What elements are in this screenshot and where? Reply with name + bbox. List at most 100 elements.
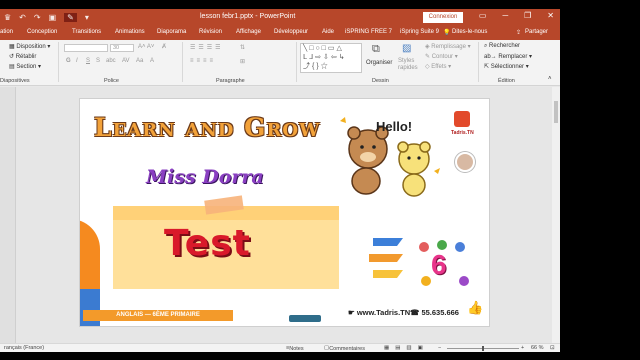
tab-animations[interactable]: Animations xyxy=(115,29,145,35)
font-group-label: Police xyxy=(104,78,119,84)
brush-icon[interactable]: ✎ xyxy=(64,13,77,22)
start-slideshow-icon[interactable]: ▣ xyxy=(49,13,57,22)
zoom-level[interactable]: 66 % xyxy=(531,345,544,351)
case-icon[interactable]: Aa xyxy=(136,58,143,64)
brand-text: Tadris.TN xyxy=(451,130,474,136)
tab-help[interactable]: Aide xyxy=(322,29,334,35)
font-color-icon[interactable]: A xyxy=(150,58,154,64)
grade-number: 6 xyxy=(431,249,447,280)
reset-button[interactable]: ↺ Rétablir xyxy=(9,53,36,60)
comments-button[interactable]: ▢ Commentaires xyxy=(324,345,365,352)
paragraph-group-label: Paragraphe xyxy=(216,78,245,84)
tell-me-search[interactable]: Dites-le-nous xyxy=(452,29,487,35)
bold-icon[interactable]: G xyxy=(66,58,71,64)
slides-group-label: Diapositives xyxy=(0,78,30,84)
undo-icon[interactable]: ↶ xyxy=(19,13,26,22)
redo-icon[interactable]: ↷ xyxy=(34,13,41,22)
thumbnail-pane-collapsed[interactable] xyxy=(0,87,16,343)
grow-font-icon[interactable]: A˄ A˅ xyxy=(138,44,154,50)
shapes-gallery[interactable]: ╲□○□▭△ ᒪᒧ⇨⇩⇦↳ ⤴{}☆ xyxy=(300,43,362,73)
window-controls: ▭ ─ ❐ ✕ xyxy=(479,11,554,20)
lightbulb-icon: 💡 xyxy=(443,30,451,36)
shape-effects-button[interactable]: ◇ Effets ▾ xyxy=(425,63,451,70)
share-icon: ⇪ xyxy=(516,30,522,36)
zoom-slider-thumb[interactable] xyxy=(482,346,484,351)
phone-icon: ☎ xyxy=(410,308,420,317)
vertical-scrollbar[interactable] xyxy=(552,87,560,343)
tab-slideshow[interactable]: Diaporama xyxy=(157,29,186,35)
bullets-icon[interactable]: ☰☰☰☰ xyxy=(190,44,224,51)
thumbs-up-icon: 👍 xyxy=(467,300,484,315)
view-buttons[interactable]: ▦▤▥▣ xyxy=(384,345,429,351)
website-text: ☛ www.Tadris.TN xyxy=(348,308,410,317)
restore-button[interactable]: ❐ xyxy=(524,11,531,20)
font-name-box[interactable] xyxy=(64,44,108,52)
arrows-decoration-icon xyxy=(369,238,403,278)
brown-bear-icon xyxy=(347,126,389,195)
autosave-icon[interactable]: ♛ xyxy=(4,13,11,22)
align-icon[interactable]: ≡≡≡≡ xyxy=(190,58,216,64)
font-size-box[interactable]: 30 xyxy=(110,44,134,52)
footer-label: ANGLAIS — 6ÈME PRIMAIRE xyxy=(83,310,233,321)
select-button[interactable]: ⇱ Sélectionner ▾ xyxy=(484,63,529,70)
find-button[interactable]: ⌕ Rechercher xyxy=(484,43,520,50)
shape-outline-button[interactable]: ✎ Contour ▾ xyxy=(425,53,458,60)
section-button[interactable]: ▤ Section ▾ xyxy=(9,63,41,70)
zoom-in-button[interactable]: + xyxy=(521,345,524,351)
tab-transitions[interactable]: Transitions xyxy=(72,29,101,35)
tab-ispring-free[interactable]: iSPRING FREE 7 xyxy=(345,29,392,35)
pointer-icon: ☛ xyxy=(348,308,355,317)
window-title: lesson febr1.pptx - PowerPoint xyxy=(200,13,296,20)
underline-icon[interactable]: S xyxy=(86,58,90,64)
separator xyxy=(478,42,479,82)
tab-ispring-suite[interactable]: iSpring Suite 9 xyxy=(400,29,439,35)
smartart-icon[interactable]: ⊞ xyxy=(240,58,245,65)
share-button[interactable]: Partager xyxy=(525,29,548,35)
website-url: www.Tadris.TN xyxy=(356,308,411,317)
drawing-group-label: Dessin xyxy=(372,78,389,84)
replace-button[interactable]: ab→ Remplacer ▾ xyxy=(484,53,532,60)
shape-fill-button[interactable]: ◈ Remplissage ▾ xyxy=(425,43,471,50)
tab-view[interactable]: Affichage xyxy=(236,29,261,35)
tab-file[interactable]: ation xyxy=(0,29,13,35)
phone-text: ☎ 55.635.666 xyxy=(410,308,459,317)
slide-canvas[interactable]: Learn and Grow Miss Dorra Test Hello! Ta… xyxy=(79,98,490,327)
arrange-icon: ⧉ xyxy=(372,43,380,55)
text-direction-icon[interactable]: ⇅ xyxy=(240,44,245,51)
zoom-out-button[interactable]: − xyxy=(438,345,441,351)
separator xyxy=(296,42,297,82)
status-bar: rançais (France) ≡ Notes ▢ Commentaires … xyxy=(0,343,560,352)
test-word: Test xyxy=(164,223,251,264)
ribbon-display-icon[interactable]: ▭ xyxy=(479,11,487,20)
quick-access-toolbar: ♛ ↶ ↷ ▣ ✎ ▾ xyxy=(0,13,89,22)
strikethrough-icon[interactable]: abc xyxy=(106,58,116,64)
language-status[interactable]: rançais (France) xyxy=(4,345,44,351)
quick-styles-button[interactable]: Styles rapides xyxy=(398,58,424,72)
sparkle-icon xyxy=(434,168,440,174)
spacing-icon[interactable]: AV xyxy=(122,58,130,64)
tab-design[interactable]: Conception xyxy=(27,29,57,35)
tab-review[interactable]: Révision xyxy=(199,29,222,35)
sign-in-button[interactable]: Connexion xyxy=(423,12,463,23)
scrollbar-thumb[interactable] xyxy=(554,101,558,123)
quick-styles-icon: ▨ xyxy=(402,43,412,54)
tab-developer[interactable]: Développeur xyxy=(274,29,308,35)
collapse-ribbon-icon[interactable]: ˄ xyxy=(548,76,552,82)
clear-format-icon[interactable]: Ⱥ xyxy=(162,44,166,50)
layout-button[interactable]: ▦ Disposition ▾ xyxy=(9,43,50,50)
customize-qat-icon[interactable]: ▾ xyxy=(85,13,89,22)
fit-slide-icon[interactable]: ⊡ xyxy=(550,345,555,351)
headline-text: Learn and Grow xyxy=(94,113,321,142)
close-button[interactable]: ✕ xyxy=(547,11,554,20)
title-bar: ♛ ↶ ↷ ▣ ✎ ▾ lesson febr1.pptx - PowerPoi… xyxy=(0,9,560,26)
teacher-name: Miss Dorra xyxy=(146,166,264,188)
tadris-logo-icon xyxy=(454,111,470,127)
italic-icon[interactable]: I xyxy=(76,58,78,64)
shadow-icon[interactable]: S xyxy=(96,58,100,64)
minimize-button[interactable]: ─ xyxy=(502,11,508,20)
sparkle-icon xyxy=(340,117,346,123)
notes-button[interactable]: ≡ Notes xyxy=(286,345,304,352)
hello-text: Hello! xyxy=(376,119,413,134)
phone-number: 55.635.666 xyxy=(421,308,459,317)
arrange-button[interactable]: Organiser xyxy=(366,60,392,66)
